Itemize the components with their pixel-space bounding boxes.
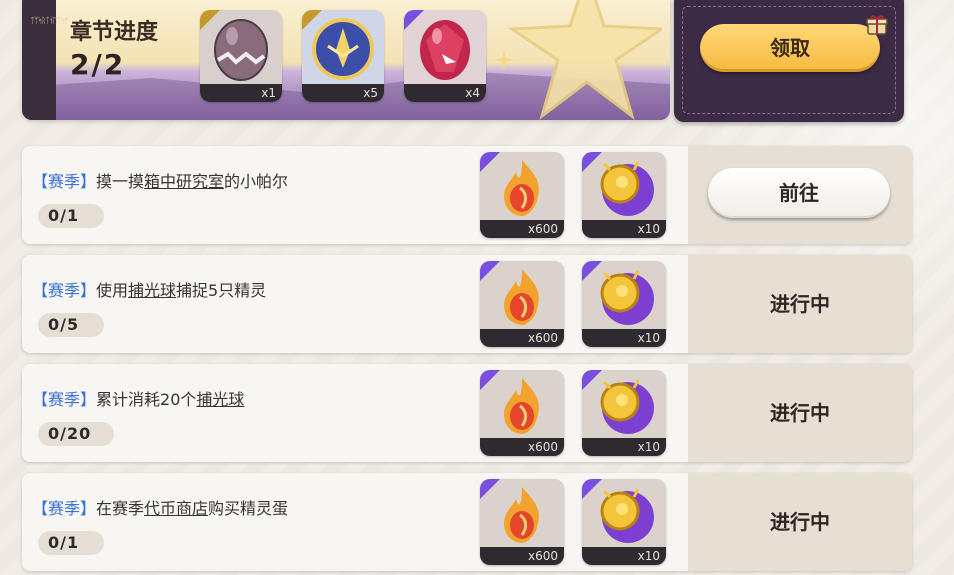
chapter-reward-item[interactable]: x4 xyxy=(404,10,486,102)
go-button[interactable]: 前往 xyxy=(708,168,890,218)
item-quantity: x4 xyxy=(404,84,486,102)
item-quantity: x10 xyxy=(582,547,666,565)
rarity-corner xyxy=(480,261,500,281)
rarity-corner xyxy=(582,479,602,499)
item-quantity: x600 xyxy=(480,329,564,347)
item-quantity: x5 xyxy=(302,84,384,102)
chapter-progress-count: 2/2 xyxy=(70,48,126,81)
item-quantity: x600 xyxy=(480,438,564,456)
rarity-corner xyxy=(582,370,602,390)
task-description: 【赛季】使用捕光球捕捉5只精灵 xyxy=(32,277,266,301)
task-reward-item[interactable]: x10 xyxy=(582,370,666,456)
task-text: 使用 xyxy=(96,281,129,300)
season-tag: 【赛季】 xyxy=(32,390,97,409)
chapter-reward-item[interactable]: x5 xyxy=(302,10,384,102)
rarity-corner xyxy=(480,152,500,172)
season-tag: 【赛季】 xyxy=(32,499,97,518)
star-decoration-icon xyxy=(507,0,662,120)
rarity-corner xyxy=(582,261,602,281)
task-text: 购买精灵蛋 xyxy=(208,499,289,518)
season-tag: 【赛季】 xyxy=(32,281,97,300)
chapter-progress-banner: ᛏᛉᛋᚱᛏᚾᛖᛏᛋᚠ 章节进度 2/2 x1 x5 x4 xyxy=(22,0,670,120)
rarity-corner xyxy=(480,479,500,499)
task-status: 进行中 xyxy=(770,401,830,425)
task-status: 进行中 xyxy=(770,292,830,316)
task-progress: 0/1 xyxy=(38,531,104,555)
rarity-corner xyxy=(582,152,602,172)
sparkle-icon xyxy=(494,50,514,70)
rarity-corner xyxy=(302,10,322,30)
task-reward-item[interactable]: x10 xyxy=(582,261,666,347)
task-text: 摸一摸 xyxy=(96,172,145,191)
rarity-corner xyxy=(404,10,424,30)
task-reward-item[interactable]: x600 xyxy=(480,261,564,347)
chapter-title: 章节进度 xyxy=(70,20,159,45)
task-row: 【赛季】使用捕光球捕捉5只精灵 0/5 x600 x10 进行中 xyxy=(22,255,912,353)
item-quantity: x10 xyxy=(582,438,666,456)
task-link[interactable]: 代币商店 xyxy=(144,499,208,518)
side-strip: ᛏᛉᛋᚱᛏᚾᛖᛏᛋᚠ xyxy=(22,0,69,120)
gift-icon[interactable] xyxy=(866,14,888,36)
task-progress: 0/20 xyxy=(38,422,114,446)
task-progress: 0/1 xyxy=(38,204,104,228)
item-quantity: x1 xyxy=(200,84,282,102)
task-row: 【赛季】摸一摸箱中研究室的小帕尔 0/1 x600 x10 前往 xyxy=(22,146,912,244)
item-quantity: x10 xyxy=(582,329,666,347)
task-reward-item[interactable]: x600 xyxy=(480,370,564,456)
task-text: 捕捉5只精灵 xyxy=(176,281,267,300)
task-row: 【赛季】在赛季代币商店购买精灵蛋 0/1 x600 x10 进行中 xyxy=(22,473,912,571)
task-progress: 0/5 xyxy=(38,313,104,337)
task-link[interactable]: 捕光球 xyxy=(196,390,244,409)
task-description: 【赛季】累计消耗20个捕光球 xyxy=(32,386,244,410)
task-row: 【赛季】累计消耗20个捕光球 0/20 x600 x10 进行中 xyxy=(22,364,912,462)
claim-button[interactable]: 领取 xyxy=(700,24,880,72)
task-text: 在赛季 xyxy=(96,499,145,518)
item-quantity: x600 xyxy=(480,220,564,238)
season-tag: 【赛季】 xyxy=(32,172,97,191)
task-reward-item[interactable]: x600 xyxy=(480,479,564,565)
task-description: 【赛季】摸一摸箱中研究室的小帕尔 xyxy=(32,168,288,192)
item-quantity: x10 xyxy=(582,220,666,238)
task-text: 的小帕尔 xyxy=(224,172,289,191)
task-status: 进行中 xyxy=(770,510,830,534)
task-link[interactable]: 捕光球 xyxy=(128,281,176,300)
rarity-corner xyxy=(200,10,220,30)
task-description: 【赛季】在赛季代币商店购买精灵蛋 xyxy=(32,495,288,519)
task-reward-item[interactable]: x10 xyxy=(582,479,666,565)
task-reward-item[interactable]: x10 xyxy=(582,152,666,238)
rarity-corner xyxy=(480,370,500,390)
task-text: 累计消耗20个 xyxy=(96,390,197,409)
item-quantity: x600 xyxy=(480,547,564,565)
side-code-text: ᛏᛉᛋᚱᛏᚾᛖᛏᛋᚠ xyxy=(30,16,69,25)
task-link[interactable]: 箱中研究室 xyxy=(144,172,224,191)
chapter-reward-item[interactable]: x1 xyxy=(200,10,282,102)
task-reward-item[interactable]: x600 xyxy=(480,152,564,238)
